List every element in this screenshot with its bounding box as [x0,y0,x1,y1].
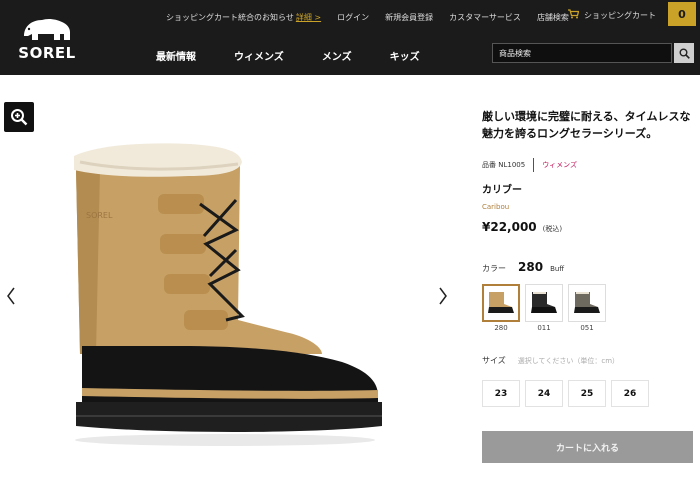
chevron-left-icon [7,287,15,305]
main-nav: 最新情報 ウィメンズ メンズ キッズ [156,48,458,63]
cart-notice: ショッピングカート統合のお知らせ 詳細 > [166,12,321,23]
register-link[interactable]: 新規会員登録 [385,12,433,23]
svg-text:SOREL: SOREL [86,211,113,220]
color-swatch[interactable]: 051 [568,284,606,332]
cart-count-badge[interactable]: 0 [668,2,696,26]
site-header: SOREL ショッピングカート統合のお知らせ 詳細 > ログイン 新規会員登録 カ… [0,0,700,75]
search-input[interactable]: 商品検索 [492,43,672,63]
swatch-label: 280 [494,324,508,332]
tax-note: (税込) [542,225,563,233]
nav-item-kids[interactable]: キッズ [390,48,420,63]
nav-item-womens[interactable]: ウィメンズ [234,48,284,63]
swatch-thumb [568,284,606,322]
product-code: 品番 NL1005 [482,161,526,169]
price-row: ¥22,000 (税込) [482,220,562,234]
product-info: 厳しい環境に完璧に耐える、タイムレスな魅力を誇るロングセラーシリーズ。 品番 N… [482,108,694,407]
search-button[interactable] [674,43,694,63]
add-to-cart-button[interactable]: カートに入れる [482,431,693,463]
search-icon [679,48,690,59]
cart-notice-text: ショッピングカート統合のお知らせ [166,12,294,22]
cart-icon [568,9,580,22]
color-label: カラー [482,264,506,273]
selected-color-code: 280 [518,260,544,274]
login-link[interactable]: ログイン [337,12,369,23]
size-label: サイズ [482,356,506,365]
brand-logo[interactable]: SOREL [14,14,80,62]
product-name-en: Caribou [482,203,510,211]
next-image-button[interactable] [436,284,450,308]
prev-image-button[interactable] [4,284,18,308]
nav-item-new[interactable]: 最新情報 [156,48,196,63]
color-swatches: 280 011 051 [482,284,611,332]
swatch-thumb [525,284,563,322]
color-row: カラー 280 Buff [482,260,564,274]
nav-item-mens[interactable]: メンズ [322,48,352,63]
chevron-right-icon [439,287,447,305]
cart-label: ショッピングカート [584,11,656,20]
product-name: カリブー [482,185,522,196]
selected-color-name: Buff [550,265,565,273]
customer-service-link[interactable]: カスタマーサービス [449,12,521,23]
swatch-label: 011 [537,324,551,332]
size-option-24[interactable]: 24 [525,380,563,407]
swatch-thumb [482,284,520,322]
product-meta: 品番 NL1005 ウィメンズ [482,158,577,172]
size-row: サイズ 選択してください（単位：cm） [482,355,619,366]
size-options: 23 24 25 26 [482,380,654,407]
shopping-cart-link[interactable]: ショッピングカート [568,9,656,22]
size-option-26[interactable]: 26 [611,380,649,407]
color-swatch[interactable]: 280 [482,284,520,332]
size-option-23[interactable]: 23 [482,380,520,407]
product-image: SOREL [74,143,382,446]
brand-name: SOREL [18,44,76,62]
product-tagline: 厳しい環境に完璧に耐える、タイムレスな魅力を誇るロングセラーシリーズ。 [482,110,691,140]
polar-bear-icon [24,18,70,40]
size-hint: 選択してください（単位：cm） [517,357,620,365]
cart-notice-link[interactable]: 詳細 > [296,13,321,22]
utility-nav: ショッピングカート統合のお知らせ 詳細 > ログイン 新規会員登録 カスタマーサー… [166,10,585,24]
product-price: ¥22,000 [482,220,537,234]
size-option-25[interactable]: 25 [568,380,606,407]
zoom-button[interactable] [4,102,34,132]
meta-divider [533,158,535,172]
product-gender[interactable]: ウィメンズ [542,160,577,170]
zoom-in-icon [11,109,28,126]
color-swatch[interactable]: 011 [525,284,563,332]
store-locator-link[interactable]: 店舗検索 [537,12,569,23]
swatch-label: 051 [580,324,594,332]
